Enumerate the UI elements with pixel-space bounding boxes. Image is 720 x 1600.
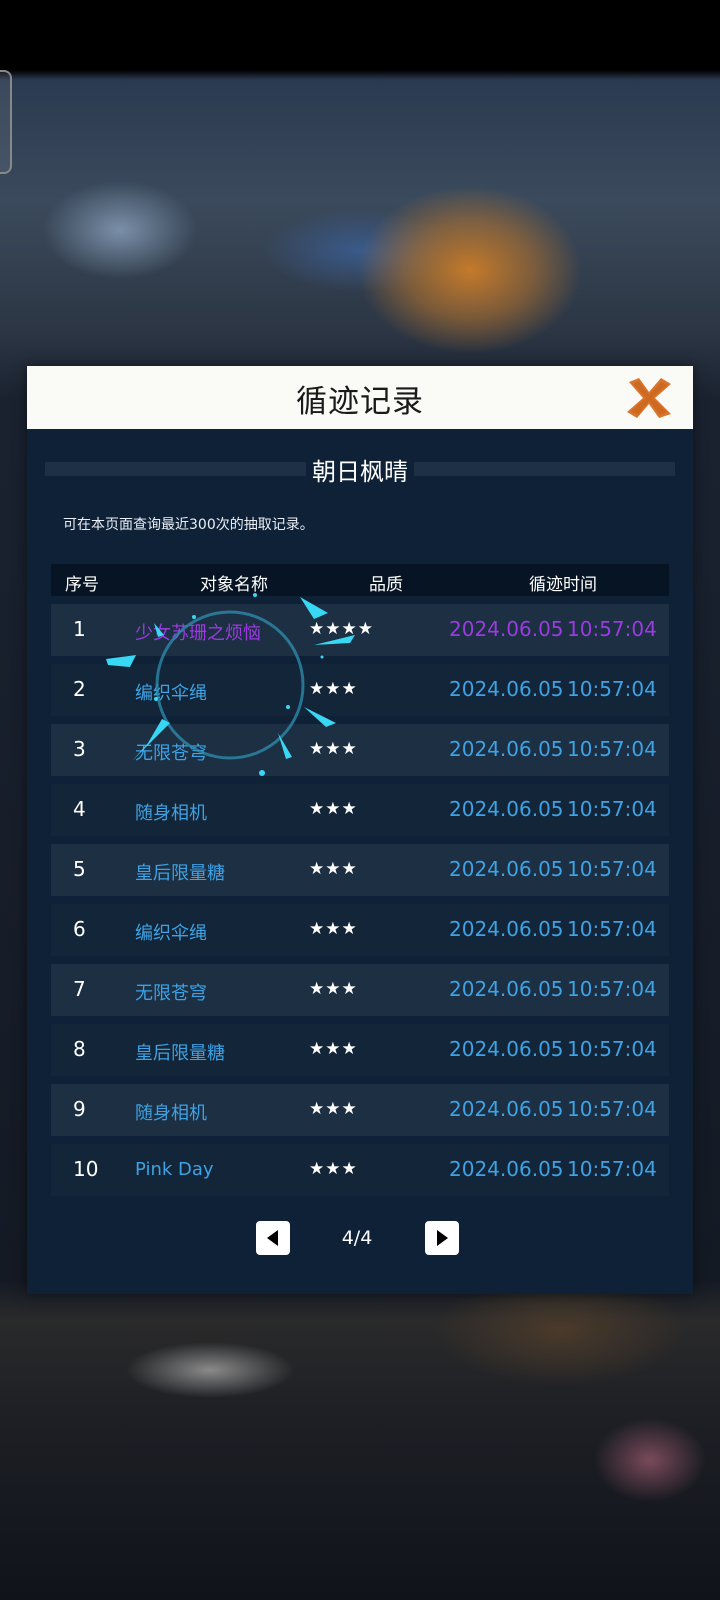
- row-date: 2024.06.05: [449, 737, 564, 761]
- row-quality-stars: ★★★: [309, 799, 358, 819]
- row-date: 2024.06.05: [449, 797, 564, 821]
- header-quality: 品质: [369, 575, 403, 595]
- row-date: 2024.06.05: [449, 917, 564, 941]
- row-time: 10:57:04: [567, 917, 657, 941]
- row-item-name: 皇后限量糖: [135, 863, 225, 884]
- row-time: 10:57:04: [567, 797, 657, 821]
- row-date: 2024.06.05: [449, 1157, 564, 1181]
- row-time: 10:57:04: [567, 617, 657, 641]
- row-index: 4: [73, 797, 86, 821]
- table-row: 2 编织伞绳 ★★★ 2024.06.05 10:57:04: [51, 664, 669, 716]
- pagination: 4/4: [27, 1221, 693, 1261]
- row-quality-stars: ★★★★: [309, 619, 374, 639]
- row-index: 10: [73, 1157, 99, 1181]
- row-item-name: 编织伞绳: [135, 683, 207, 704]
- close-button[interactable]: [625, 376, 673, 420]
- history-dialog: 循迹记录 朝日枫晴 可在本页面查询最近300次的抽取记录。 序号 对象名称 品质…: [27, 366, 693, 1294]
- row-item-name: 编织伞绳: [135, 923, 207, 944]
- table-header: 序号 对象名称 品质 循迹时间: [51, 564, 669, 596]
- row-quality-stars: ★★★: [309, 679, 358, 699]
- row-item-name: Pink Day: [135, 1159, 214, 1180]
- row-quality-stars: ★★★: [309, 919, 358, 939]
- row-item-name: 无限苍穹: [135, 983, 207, 1004]
- row-time: 10:57:04: [567, 857, 657, 881]
- table-row: 6 编织伞绳 ★★★ 2024.06.05 10:57:04: [51, 904, 669, 956]
- row-index: 9: [73, 1097, 86, 1121]
- row-time: 10:57:04: [567, 977, 657, 1001]
- row-date: 2024.06.05: [449, 977, 564, 1001]
- screen: 循迹记录 朝日枫晴 可在本页面查询最近300次的抽取记录。 序号 对象名称 品质…: [0, 0, 720, 1600]
- side-edge-tab[interactable]: [0, 70, 12, 174]
- row-date: 2024.06.05: [449, 617, 564, 641]
- table-row: 7 无限苍穹 ★★★ 2024.06.05 10:57:04: [51, 964, 669, 1016]
- row-item-name: 皇后限量糖: [135, 1043, 225, 1064]
- prev-page-button[interactable]: [256, 1221, 290, 1255]
- header-name: 对象名称: [200, 575, 268, 595]
- header-index: 序号: [65, 575, 99, 595]
- dialog-header: 循迹记录: [27, 366, 693, 429]
- row-index: 7: [73, 977, 86, 1001]
- row-time: 10:57:04: [567, 1097, 657, 1121]
- dialog-title: 循迹记录: [296, 384, 424, 420]
- next-page-button[interactable]: [425, 1221, 459, 1255]
- row-quality-stars: ★★★: [309, 739, 358, 759]
- table-row: 9 随身相机 ★★★ 2024.06.05 10:57:04: [51, 1084, 669, 1136]
- row-item-name: 少女苏珊之烦恼: [135, 623, 261, 644]
- page-indicator: 4/4: [341, 1227, 373, 1249]
- row-quality-stars: ★★★: [309, 1099, 358, 1119]
- table-row: 8 皇后限量糖 ★★★ 2024.06.05 10:57:04: [51, 1024, 669, 1076]
- table-row: 1 少女苏珊之烦恼 ★★★★ 2024.06.05 10:57:04: [51, 604, 669, 656]
- row-index: 3: [73, 737, 86, 761]
- row-index: 6: [73, 917, 86, 941]
- info-note: 可在本页面查询最近300次的抽取记录。: [63, 517, 314, 533]
- row-quality-stars: ★★★: [309, 979, 358, 999]
- row-time: 10:57:04: [567, 677, 657, 701]
- row-time: 10:57:04: [567, 1157, 657, 1181]
- table-row: 5 皇后限量糖 ★★★ 2024.06.05 10:57:04: [51, 844, 669, 896]
- row-item-name: 随身相机: [135, 803, 207, 824]
- banner-name: 朝日枫晴: [27, 452, 693, 487]
- row-item-name: 随身相机: [135, 1103, 207, 1124]
- row-index: 5: [73, 857, 86, 881]
- row-index: 2: [73, 677, 86, 701]
- header-time: 循迹时间: [529, 575, 597, 595]
- table-row: 4 随身相机 ★★★ 2024.06.05 10:57:04: [51, 784, 669, 836]
- row-quality-stars: ★★★: [309, 859, 358, 879]
- triangle-right-icon: [437, 1230, 448, 1246]
- table-row: 3 无限苍穹 ★★★ 2024.06.05 10:57:04: [51, 724, 669, 776]
- close-icon: [627, 378, 671, 418]
- row-index: 1: [73, 617, 86, 641]
- row-index: 8: [73, 1037, 86, 1061]
- row-time: 10:57:04: [567, 737, 657, 761]
- row-date: 2024.06.05: [449, 1097, 564, 1121]
- row-date: 2024.06.05: [449, 1037, 564, 1061]
- row-time: 10:57:04: [567, 1037, 657, 1061]
- banner-name-text: 朝日枫晴: [306, 458, 414, 486]
- triangle-left-icon: [267, 1230, 278, 1246]
- table-row: 10 Pink Day ★★★ 2024.06.05 10:57:04: [51, 1144, 669, 1196]
- row-quality-stars: ★★★: [309, 1039, 358, 1059]
- row-date: 2024.06.05: [449, 857, 564, 881]
- row-quality-stars: ★★★: [309, 1159, 358, 1179]
- row-item-name: 无限苍穹: [135, 743, 207, 764]
- row-date: 2024.06.05: [449, 677, 564, 701]
